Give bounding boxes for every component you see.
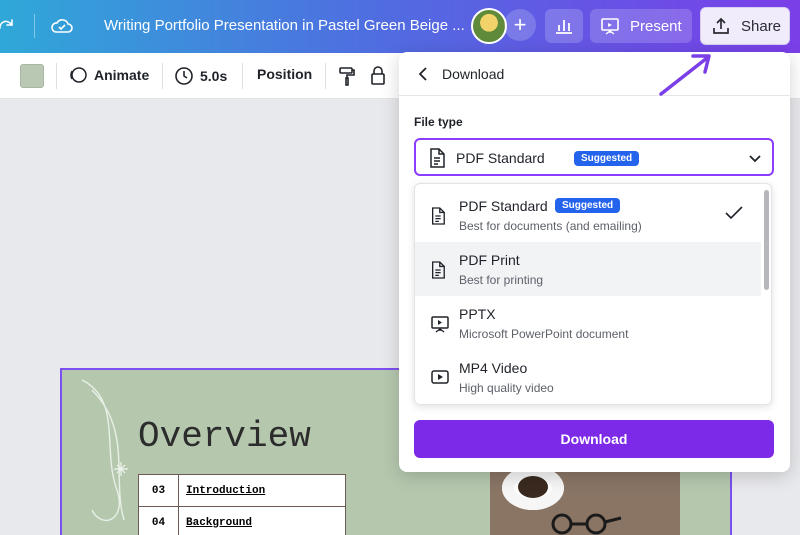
- paint-roller-icon: [339, 67, 355, 86]
- slide-heading: Overview: [138, 416, 311, 457]
- lock-icon: [371, 66, 385, 85]
- share-label: Share: [741, 17, 782, 35]
- dropdown-scrollbar[interactable]: [764, 190, 769, 290]
- file-type-option-pdf-standard[interactable]: PDF Standard Suggested Best for document…: [415, 188, 761, 242]
- duration-button[interactable]: 5.0s: [174, 66, 227, 86]
- toc-text: Introduction: [186, 484, 266, 497]
- option-name: PDF Print: [459, 252, 520, 268]
- glasses-image: [551, 513, 622, 535]
- present-label: Present: [630, 17, 682, 35]
- position-button[interactable]: Position: [257, 66, 312, 82]
- file-type-option-pdf-print[interactable]: PDF Print Best for printing: [415, 242, 761, 296]
- option-name: PDF Standard: [459, 198, 548, 214]
- suggested-badge: Suggested: [555, 198, 621, 213]
- lock-button[interactable]: [370, 66, 386, 86]
- option-name: MP4 Video: [459, 360, 528, 376]
- table-of-contents: 03 Introduction 04 Background: [138, 474, 346, 535]
- option-description: Best for documents (and emailing): [459, 219, 642, 233]
- toc-number: 03: [139, 475, 179, 506]
- checkmark-icon: [725, 206, 743, 220]
- selected-file-type: PDF Standard: [456, 150, 545, 166]
- toolbar-divider: [162, 63, 163, 89]
- upload-icon: [713, 17, 729, 34]
- toc-number: 04: [139, 507, 179, 535]
- clock-icon: [175, 67, 193, 85]
- present-button[interactable]: Present: [590, 9, 692, 43]
- file-type-select[interactable]: PDF Standard Suggested: [414, 138, 774, 176]
- video-icon: [431, 370, 449, 384]
- download-panel: Download File type PDF Standard Suggeste…: [399, 52, 790, 472]
- option-description: Best for printing: [459, 273, 544, 287]
- option-description: Microsoft PowerPoint document: [459, 327, 629, 341]
- redo-icon[interactable]: [0, 14, 18, 38]
- option-name: PPTX: [459, 306, 496, 322]
- document-icon: [432, 261, 445, 279]
- topbar-divider: [34, 14, 35, 38]
- annotation-arrow-icon: [659, 54, 711, 96]
- document-title[interactable]: Writing Portfolio Presentation in Pastel…: [104, 17, 465, 34]
- cloud-saved-icon[interactable]: [50, 14, 74, 38]
- chevron-down-icon: [749, 155, 761, 163]
- animate-button[interactable]: Animate: [68, 66, 149, 84]
- animate-icon: [70, 67, 87, 83]
- insights-button[interactable]: [545, 9, 583, 43]
- presentation-icon: [431, 316, 449, 333]
- file-type-dropdown: PDF Standard Suggested Best for document…: [414, 183, 772, 405]
- presentation-icon: [601, 18, 619, 35]
- panel-header: Download: [399, 52, 790, 96]
- avatar[interactable]: [471, 8, 507, 44]
- paint-roller-button[interactable]: [338, 66, 356, 86]
- share-button[interactable]: Share: [700, 7, 790, 45]
- bar-chart-icon: [556, 20, 572, 34]
- position-label: Position: [257, 66, 313, 82]
- plus-icon: +: [513, 12, 527, 37]
- file-type-label: File type: [414, 115, 463, 129]
- suggested-badge: Suggested: [574, 151, 640, 166]
- download-button[interactable]: Download: [414, 420, 774, 458]
- toolbar-divider: [242, 63, 243, 89]
- color-swatch[interactable]: [20, 64, 44, 88]
- duration-label: 5.0s: [200, 68, 228, 84]
- toolbar-divider: [325, 63, 326, 89]
- top-bar: Writing Portfolio Presentation in Pastel…: [0, 0, 800, 53]
- option-description: High quality video: [459, 381, 554, 395]
- panel-title: Download: [442, 66, 505, 82]
- file-type-option-pptx[interactable]: PPTX Microsoft PowerPoint document: [415, 296, 761, 350]
- coffee-image: [518, 476, 548, 498]
- table-row: 03 Introduction: [139, 475, 345, 507]
- file-type-option-mp4-video[interactable]: MP4 Video High quality video: [415, 350, 761, 404]
- toolbar-divider: [56, 63, 57, 89]
- toc-text: Background: [186, 516, 253, 529]
- document-icon: [430, 148, 445, 168]
- document-icon: [432, 207, 445, 225]
- animate-label: Animate: [94, 67, 150, 83]
- table-row: 04 Background: [139, 507, 345, 535]
- chevron-left-icon[interactable]: [415, 66, 431, 82]
- add-collaborator-button[interactable]: +: [504, 9, 536, 41]
